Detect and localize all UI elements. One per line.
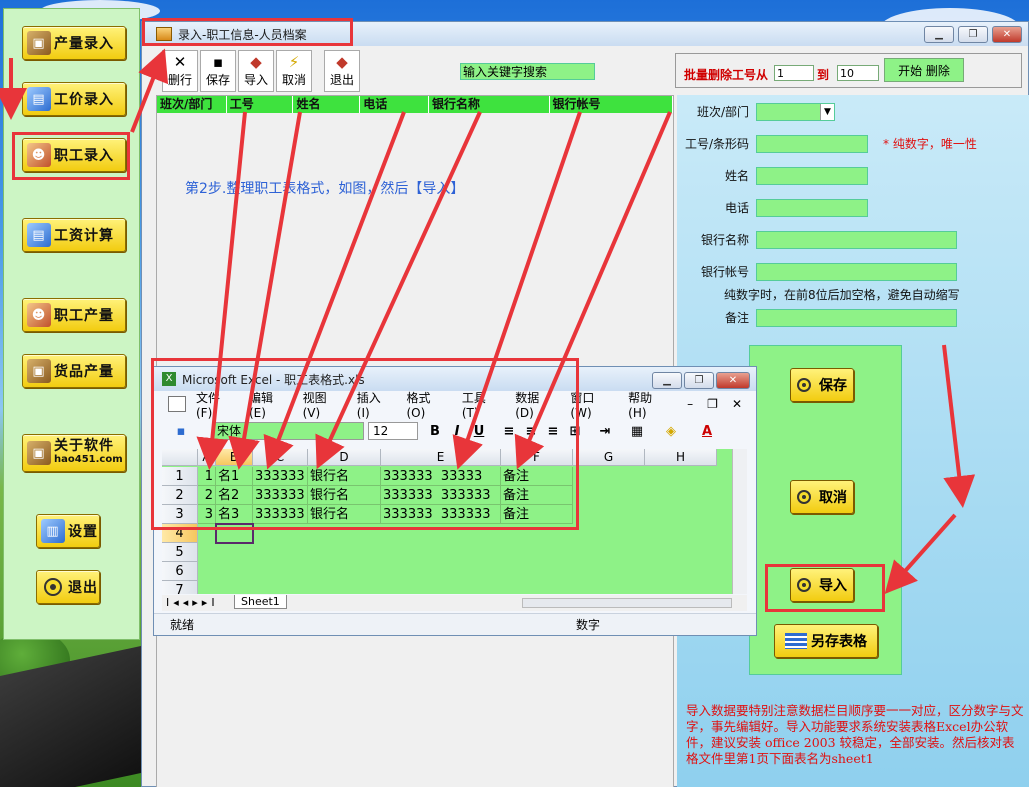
sidebar-item-wage-rate[interactable]: ▤ 工价录入: [22, 82, 126, 116]
box-icon: ▣: [27, 359, 51, 383]
exit-icon: ◆: [336, 53, 348, 71]
menu-close[interactable]: ✕: [732, 397, 742, 411]
cancel-button[interactable]: ⚡ 取消: [276, 50, 312, 92]
restore-button[interactable]: ❐: [958, 26, 988, 43]
cancel-icon: ⚡: [288, 53, 300, 71]
form-save-button[interactable]: 保存: [790, 368, 854, 402]
grid-col-account[interactable]: 银行帐号: [550, 96, 674, 113]
excel-restore-button[interactable]: ❐: [684, 372, 714, 389]
grid-col-name[interactable]: 姓名: [293, 96, 361, 113]
sidebar-item-about[interactable]: ▣ 关于软件 hao451.com: [22, 434, 126, 472]
excel-minimize-button[interactable]: ▁: [652, 372, 682, 389]
import-button[interactable]: ◆ 导入: [238, 50, 274, 92]
box-icon: ▣: [27, 31, 51, 55]
font-color-icon[interactable]: A: [698, 423, 716, 441]
exit-button[interactable]: ◆ 退出: [324, 50, 360, 92]
highlight-box: [12, 132, 130, 180]
highlight-box: [765, 564, 885, 612]
batch-delete-panel: 批量删除工号从 到: [675, 53, 1022, 88]
bank-name-input[interactable]: [756, 231, 957, 249]
id-input[interactable]: [756, 135, 868, 153]
sidebar-item-exit[interactable]: 退出: [36, 570, 100, 604]
save-icon: ▪: [212, 53, 224, 71]
chart-icon: ▤: [27, 87, 51, 111]
action-panel: 保存 取消 导入 另存表格: [749, 345, 902, 675]
remark-input[interactable]: [756, 309, 957, 327]
import-icon: ◆: [250, 53, 262, 71]
borders-icon[interactable]: ▦: [628, 423, 646, 441]
chevron-down-icon: ▼: [820, 104, 834, 120]
name-input[interactable]: [756, 167, 868, 185]
row-header[interactable]: 5: [162, 543, 198, 562]
batch-from-input[interactable]: [774, 65, 814, 81]
indent-icon[interactable]: ⇥: [596, 423, 614, 441]
save-button[interactable]: ▪ 保存: [200, 50, 236, 92]
sidebar-item-production[interactable]: ▣ 产量录入: [22, 26, 126, 60]
chart-icon: ▤: [27, 223, 51, 247]
excel-close-button[interactable]: ✕: [716, 372, 750, 389]
menu-minimize[interactable]: –: [687, 397, 693, 411]
sheet-tab[interactable]: Sheet1: [234, 595, 287, 609]
horizontal-scrollbar[interactable]: [522, 598, 732, 608]
table-icon: [785, 633, 807, 649]
grid-col-dept[interactable]: 班次/部门: [157, 96, 227, 113]
sidebar-item-staff-output[interactable]: ☻ 职工产量: [22, 298, 126, 332]
import-note: 导入数据要特别注意数据栏目顺序要一一对应，区分数字与文字，事先编辑好。导入功能要…: [686, 703, 1024, 766]
grid-col-phone[interactable]: 电话: [360, 96, 429, 113]
grid-col-id[interactable]: 工号: [227, 96, 294, 113]
tab-nav-arrows[interactable]: I◂◂▸▸I: [166, 596, 219, 609]
col-header-g[interactable]: G: [573, 449, 645, 466]
book-icon: ▥: [41, 519, 65, 543]
close-button[interactable]: ✕: [992, 26, 1022, 43]
sidebar-item-goods-output[interactable]: ▣ 货品产量: [22, 354, 126, 388]
step-instruction: 第2步.整理职工表格式，如图，然后【导入】: [185, 181, 465, 197]
exit-icon: [41, 575, 65, 599]
sheet-tab-bar: I◂◂▸▸I Sheet1: [162, 595, 747, 611]
dept-select[interactable]: ▼: [756, 103, 835, 121]
form-cancel-button[interactable]: 取消: [790, 480, 854, 514]
grid-col-bank[interactable]: 银行名称: [429, 96, 550, 113]
fill-color-icon[interactable]: ◈: [662, 423, 680, 441]
row-header[interactable]: 6: [162, 562, 198, 581]
box-icon: ▣: [27, 441, 51, 465]
account-hint: 纯数字时，在前8位后加空格，避免自动缩写: [724, 288, 960, 302]
delete-row-button[interactable]: ✕ 删行: [162, 50, 198, 92]
batch-to-input[interactable]: [837, 65, 879, 81]
x-icon: ✕: [173, 53, 187, 71]
circle-icon: [797, 490, 811, 504]
sidebar: ▣ 产量录入 ▤ 工价录入 ☻ 职工录入 ▤ 工资计算 ☻ 职工产量 ▣ 货品产量 ▣ 关于软…: [3, 8, 140, 640]
status-bar: 就绪 数字: [154, 613, 756, 635]
menu-restore[interactable]: ❐: [707, 397, 718, 411]
search-input[interactable]: [460, 63, 595, 80]
highlight-box: [151, 358, 579, 530]
highlight-box: [142, 18, 353, 46]
minimize-button[interactable]: ▁: [924, 26, 954, 43]
vertical-scrollbar[interactable]: [732, 449, 747, 594]
save-as-button[interactable]: 另存表格: [774, 624, 878, 658]
people-icon: ☻: [27, 303, 51, 327]
circle-icon: [797, 378, 811, 392]
col-header-h[interactable]: H: [645, 449, 717, 466]
sidebar-item-settings[interactable]: ▥ 设置: [36, 514, 100, 548]
bank-account-input[interactable]: [756, 263, 957, 281]
row-header[interactable]: 7: [162, 581, 198, 594]
menu-help[interactable]: 帮助(H): [628, 389, 669, 420]
grid-header: 班次/部门 工号 姓名 电话 银行名称 银行帐号: [157, 96, 674, 113]
sidebar-item-payroll[interactable]: ▤ 工资计算: [22, 218, 126, 252]
batch-delete-button[interactable]: 开始 删除: [884, 58, 964, 82]
phone-input[interactable]: [756, 199, 868, 217]
